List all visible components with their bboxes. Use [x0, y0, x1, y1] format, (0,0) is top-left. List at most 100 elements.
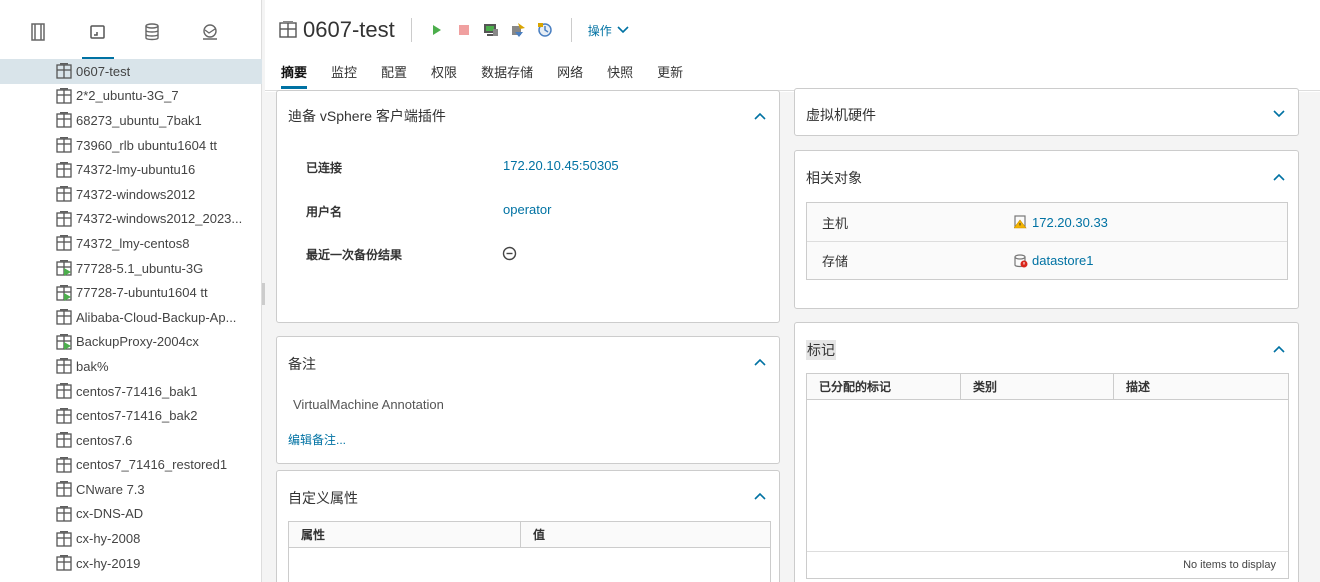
column-header-assigned-tag[interactable]: 已分配的标记	[806, 373, 961, 400]
tree-item[interactable]: 73960_rlb ubuntu1604 tt	[0, 133, 262, 158]
tree-item[interactable]: centos7-71416_bak1	[0, 379, 262, 404]
tree-item-label: BackupProxy-2004cx	[76, 334, 199, 350]
edit-notes-link[interactable]: 编辑备注...	[288, 431, 346, 448]
object-header: 0607-test 操作 摘要 监控 配置 权限 数据存储 网络 快照 更新	[265, 0, 1320, 92]
datastore-link[interactable]: datastore1	[1032, 253, 1093, 268]
tree-item[interactable]: cx-hy-2019	[0, 551, 262, 576]
connected-label: 已连接	[306, 161, 343, 175]
migrate-button[interactable]	[509, 21, 527, 39]
tree-item[interactable]: 74372_lmy-centos8	[0, 231, 262, 256]
storage-tab[interactable]	[140, 20, 164, 44]
chevron-down-icon[interactable]	[1272, 106, 1286, 120]
tree-item[interactable]: centos7.6	[0, 428, 262, 453]
tree-item-label: 74372_lmy-centos8	[76, 235, 190, 251]
tree-item[interactable]: 77728-7-ubuntu1604 tt	[0, 280, 262, 305]
vm-hardware-card: 虚拟机硬件	[794, 88, 1299, 136]
tree-item-label: centos7.6	[76, 432, 133, 448]
tree-item[interactable]: BackupProxy-2004cx	[0, 330, 262, 355]
attributes-table-body	[288, 547, 771, 582]
vm-icon	[56, 112, 72, 129]
tree-item-label: 0607-test	[76, 63, 131, 79]
divider	[570, 18, 572, 42]
column-header-description[interactable]: 描述	[1113, 373, 1289, 400]
tab-1[interactable]: 监控	[331, 62, 357, 87]
launch-console-button[interactable]	[482, 21, 500, 39]
tab-7[interactable]: 更新	[657, 62, 683, 87]
host-link[interactable]: 172.20.30.33	[1032, 215, 1108, 230]
tree-item-label: 73960_rlb ubuntu1604 tt	[76, 137, 217, 153]
object-tabs: 摘要 监控 配置 权限 数据存储 网络 快照 更新	[281, 62, 707, 89]
networking-tab[interactable]	[198, 20, 222, 44]
tab-4[interactable]: 数据存储	[481, 62, 533, 87]
vms-templates-icon	[90, 25, 105, 39]
tree-item-label: 2*2_ubuntu-3G_7	[76, 88, 179, 104]
vm-icon	[56, 506, 72, 522]
host-label: 主机	[822, 215, 849, 231]
tree-item[interactable]: 77728-5.1_ubuntu-3G	[0, 256, 262, 281]
custom-attributes-card: 自定义属性 属性 值	[276, 470, 780, 582]
tags-card: 标记 已分配的标记 类别 描述 No items to display	[794, 322, 1299, 582]
datastore-label: 存储	[822, 254, 849, 269]
chevron-up-icon[interactable]	[753, 489, 767, 503]
chevron-up-icon[interactable]	[753, 355, 767, 369]
tree-item-label: bak%	[76, 358, 109, 374]
tree-item[interactable]: 0607-test	[0, 59, 262, 84]
vm-powered-on-icon	[56, 284, 72, 301]
tree-item-label: 77728-7-ubuntu1604 tt	[76, 285, 208, 301]
last-backup-label: 最近一次备份结果	[306, 248, 403, 262]
navigator-panel: 0607-test 2*2_ubuntu-3G_7 68273_ubuntu_7ba…	[0, 0, 262, 582]
tree-item[interactable]: Alibaba-Cloud-Backup-Ap...	[0, 305, 262, 330]
column-header-attribute[interactable]: 属性	[288, 521, 521, 548]
host-warning-icon	[1014, 215, 1027, 229]
tab-5[interactable]: 网络	[557, 62, 583, 87]
tree-scrollbar[interactable]	[262, 283, 265, 305]
column-header-value[interactable]: 值	[520, 521, 771, 548]
tree-item[interactable]: cx-hy-2008	[0, 526, 262, 551]
tree-item-label: 77728-5.1_ubuntu-3G	[76, 260, 204, 276]
vm-powered-on-icon	[56, 260, 72, 277]
vm-icon	[56, 407, 72, 424]
vm-icon	[56, 383, 72, 399]
related-row-host: 主机 172.20.30.33	[807, 203, 1287, 241]
actions-menu[interactable]: 操作	[588, 22, 629, 39]
minus-circle-icon	[502, 246, 517, 261]
tree-item[interactable]: 74372-windows2012	[0, 182, 262, 207]
annotation-text: VirtualMachine Annotation	[293, 397, 444, 412]
tab-0[interactable]: 摘要	[281, 62, 308, 89]
vm-icon	[56, 235, 72, 252]
tree-item[interactable]: bak%	[0, 354, 262, 379]
divider	[410, 18, 412, 42]
card-title: 标记	[806, 340, 836, 360]
chevron-down-icon	[617, 26, 629, 34]
chevron-up-icon[interactable]	[1272, 170, 1286, 184]
tab-2[interactable]: 配置	[381, 62, 407, 87]
tree-item[interactable]: centos7_71416_restored1	[0, 453, 262, 478]
snapshot-button[interactable]	[536, 21, 554, 39]
tree-item[interactable]: 74372-lmy-ubuntu16	[0, 157, 262, 182]
power-off-button[interactable]	[455, 21, 473, 39]
vms-templates-tab[interactable]	[82, 20, 114, 60]
tree-item[interactable]: centos7-71416_bak2	[0, 403, 262, 428]
navigator-tabs	[0, 0, 261, 60]
tab-6[interactable]: 快照	[607, 62, 633, 87]
tree-item[interactable]: CNware 7.3	[0, 477, 262, 502]
power-on-button[interactable]	[428, 21, 446, 39]
tree-item[interactable]: 2*2_ubuntu-3G_7	[0, 84, 262, 109]
card-title: 自定义属性	[288, 490, 358, 506]
tree-item[interactable]: cx-DNS-AD	[0, 502, 262, 527]
column-header-category[interactable]: 类别	[960, 373, 1114, 400]
attributes-table: 属性 值	[288, 521, 771, 548]
tree-item-label: cx-hy-2008	[76, 531, 141, 547]
chevron-up-icon[interactable]	[753, 109, 767, 123]
tree-item[interactable]: 68273_ubuntu_7bak1	[0, 108, 262, 133]
tab-3[interactable]: 权限	[431, 62, 457, 87]
tree-item[interactable]: 74372-windows2012_2023...	[0, 207, 262, 232]
tree-item-label: Alibaba-Cloud-Backup-Ap...	[76, 309, 237, 325]
datastore-error-icon	[1014, 253, 1028, 267]
related-row-datastore: 存储 datastore1	[807, 241, 1287, 279]
vm-icon	[56, 87, 72, 104]
tree-item-label: 68273_ubuntu_7bak1	[76, 112, 202, 128]
actions-label: 操作	[587, 23, 612, 38]
hosts-clusters-tab[interactable]	[26, 20, 50, 44]
chevron-up-icon[interactable]	[1272, 342, 1286, 356]
